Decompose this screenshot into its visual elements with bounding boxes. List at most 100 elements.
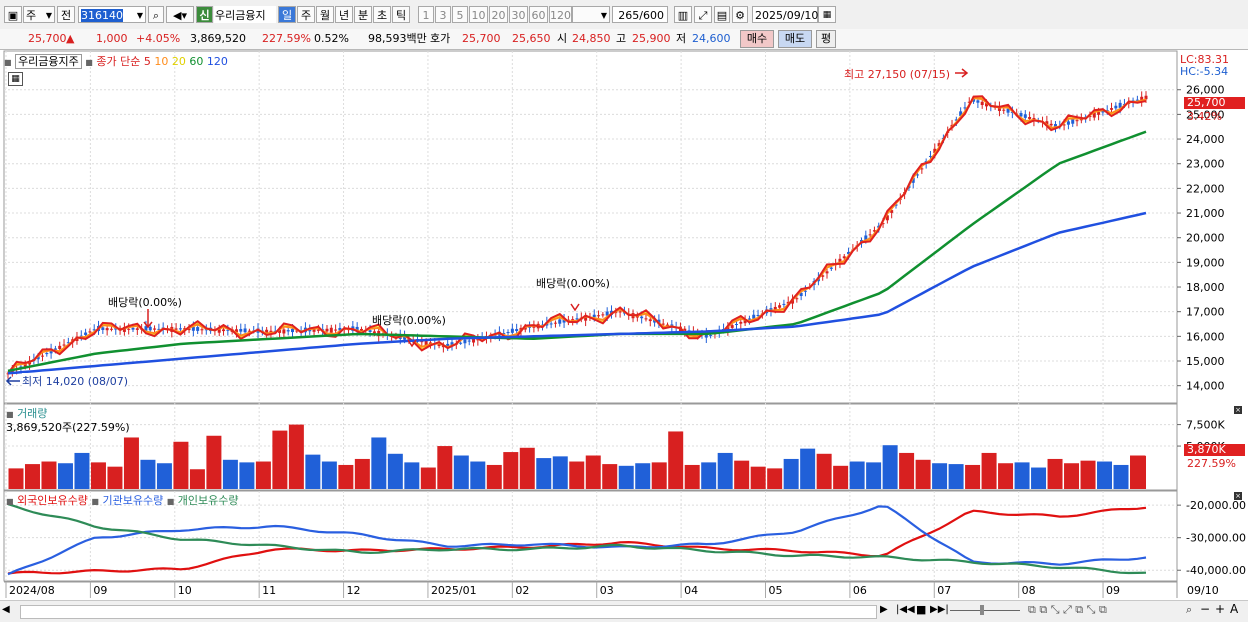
date-label: 09 xyxy=(1106,584,1120,597)
scroll-left-icon[interactable]: ◀ xyxy=(2,604,10,615)
legend-name[interactable]: 우리금융지주 xyxy=(15,54,82,69)
scroll-track[interactable] xyxy=(20,605,877,619)
volume-bar xyxy=(783,458,799,489)
dividend-annotation: 배당락(0.00%) xyxy=(536,277,610,290)
candle-body xyxy=(553,322,557,324)
candle-body xyxy=(1097,112,1101,115)
candle-body xyxy=(515,329,519,332)
volume-bar xyxy=(701,462,717,489)
legend-marker: ■ xyxy=(6,410,14,419)
price-tick-label: 26,000 xyxy=(1186,84,1225,97)
volume-bar xyxy=(717,452,733,489)
volume-bar xyxy=(849,461,865,489)
candle-body xyxy=(174,328,178,330)
candle-body xyxy=(618,311,622,313)
date-label: 2024/08 xyxy=(9,584,55,597)
legend-ma5: 5 xyxy=(143,55,151,68)
dividend-annotation: 배당락(0.00%) xyxy=(372,314,446,327)
zoom-out-icon[interactable]: − xyxy=(1200,602,1210,616)
volume-bar xyxy=(1143,455,1146,489)
candle-body xyxy=(84,332,88,335)
legend-marker: ■ xyxy=(4,58,12,67)
candle-body xyxy=(127,328,131,330)
volume-bar xyxy=(156,463,172,489)
candle-body xyxy=(1071,119,1075,124)
candle-body xyxy=(648,319,652,322)
volume-bar xyxy=(981,452,997,489)
legend-marker: ■ xyxy=(85,58,93,67)
candle-body xyxy=(1028,117,1032,119)
table-toggle-icon[interactable]: ▦ xyxy=(8,72,23,86)
current-price-tag: 25,700 xyxy=(1184,97,1245,109)
layout-icons[interactable]: ⧉ ⧉ ⤡ ⤢ ⧉ ⤡ ⧉ xyxy=(1028,603,1107,617)
volume-bar xyxy=(255,461,271,489)
zoom-in-icon[interactable]: + xyxy=(1215,602,1225,616)
volume-bar xyxy=(173,441,189,489)
volume-bar xyxy=(635,463,651,489)
scroll-right-icon[interactable]: ▶ xyxy=(880,604,888,615)
price-tick-label: 22,000 xyxy=(1186,182,1225,195)
price-panel xyxy=(3,50,1178,404)
candle-body xyxy=(334,329,338,331)
volume-bar xyxy=(206,435,222,489)
volume-bar xyxy=(239,462,255,489)
price-tick-label: 19,000 xyxy=(1186,256,1225,269)
candle-body xyxy=(592,314,596,318)
candle-body xyxy=(661,323,665,325)
volume-bar xyxy=(602,464,618,489)
last-page-icon[interactable]: ▶▶| xyxy=(930,604,949,615)
price-tick-label: 17,000 xyxy=(1186,306,1225,319)
volume-bar xyxy=(866,462,882,489)
volume-bar xyxy=(140,459,156,489)
candle-body xyxy=(368,330,372,333)
legend-institution: 기관보유수량 xyxy=(102,494,164,507)
candle-body xyxy=(868,234,872,236)
candle-body xyxy=(286,330,290,332)
volume-tick-label: 7,500K xyxy=(1186,419,1225,432)
candle-body xyxy=(1110,108,1114,110)
candle-body xyxy=(359,328,363,331)
stop-icon[interactable]: ■ xyxy=(916,603,926,616)
candle-body xyxy=(644,318,648,320)
date-label: 12 xyxy=(347,584,361,597)
price-tick-label: 21,000 xyxy=(1186,207,1225,220)
price-tick-label: 23,000 xyxy=(1186,158,1225,171)
scroll-bar[interactable]: ◀ ▶ |◀◀ ■ ▶▶| ⧉ ⧉ ⤡ ⤢ ⧉ ⤡ ⧉ ⌕ − + A xyxy=(0,600,1248,622)
zoom-slider[interactable] xyxy=(950,610,1020,611)
candle-body xyxy=(597,315,601,317)
candle-body xyxy=(178,328,182,330)
volume-bar xyxy=(915,459,931,489)
volume-bar xyxy=(321,461,337,489)
candle-body xyxy=(222,329,226,332)
legend-ma120: 120 xyxy=(206,55,228,68)
search-icon[interactable]: ⌕ xyxy=(1186,603,1192,617)
zoom-slider-handle[interactable] xyxy=(980,605,984,615)
price-tick-label: 16,000 xyxy=(1186,330,1225,343)
hc-label: HC:-5.34 xyxy=(1180,65,1229,78)
volume-bar xyxy=(41,461,57,489)
candle-body xyxy=(459,342,463,344)
volume-bar xyxy=(107,466,123,489)
close-icon[interactable]: × xyxy=(1234,406,1242,414)
volume-bar xyxy=(387,453,403,489)
current-volume-tag: 3,870K xyxy=(1184,444,1245,456)
first-page-icon[interactable]: |◀◀ xyxy=(896,604,915,615)
legend-foreign: 외국인보유수량 xyxy=(17,494,88,507)
candle-body xyxy=(372,331,376,334)
candle-body xyxy=(463,339,467,344)
candle-body xyxy=(131,327,135,330)
legend-price-type: 종가 단순 xyxy=(96,55,141,68)
candle-body xyxy=(825,271,829,274)
candle-body xyxy=(109,328,113,330)
candle-body xyxy=(747,318,751,320)
date-label: 06 xyxy=(853,584,867,597)
candle-body xyxy=(467,340,471,342)
candle-body xyxy=(558,319,562,324)
font-size-icon[interactable]: A xyxy=(1230,602,1238,616)
volume-bar xyxy=(1080,460,1096,489)
close-icon[interactable]: × xyxy=(1234,492,1242,500)
date-label: 04 xyxy=(684,584,698,597)
stock-chart[interactable]: 26,00025,00024,00023,00022,00021,00020,0… xyxy=(0,0,1248,621)
candle-body xyxy=(1023,114,1027,118)
date-end-label: 09/10 xyxy=(1187,584,1219,597)
